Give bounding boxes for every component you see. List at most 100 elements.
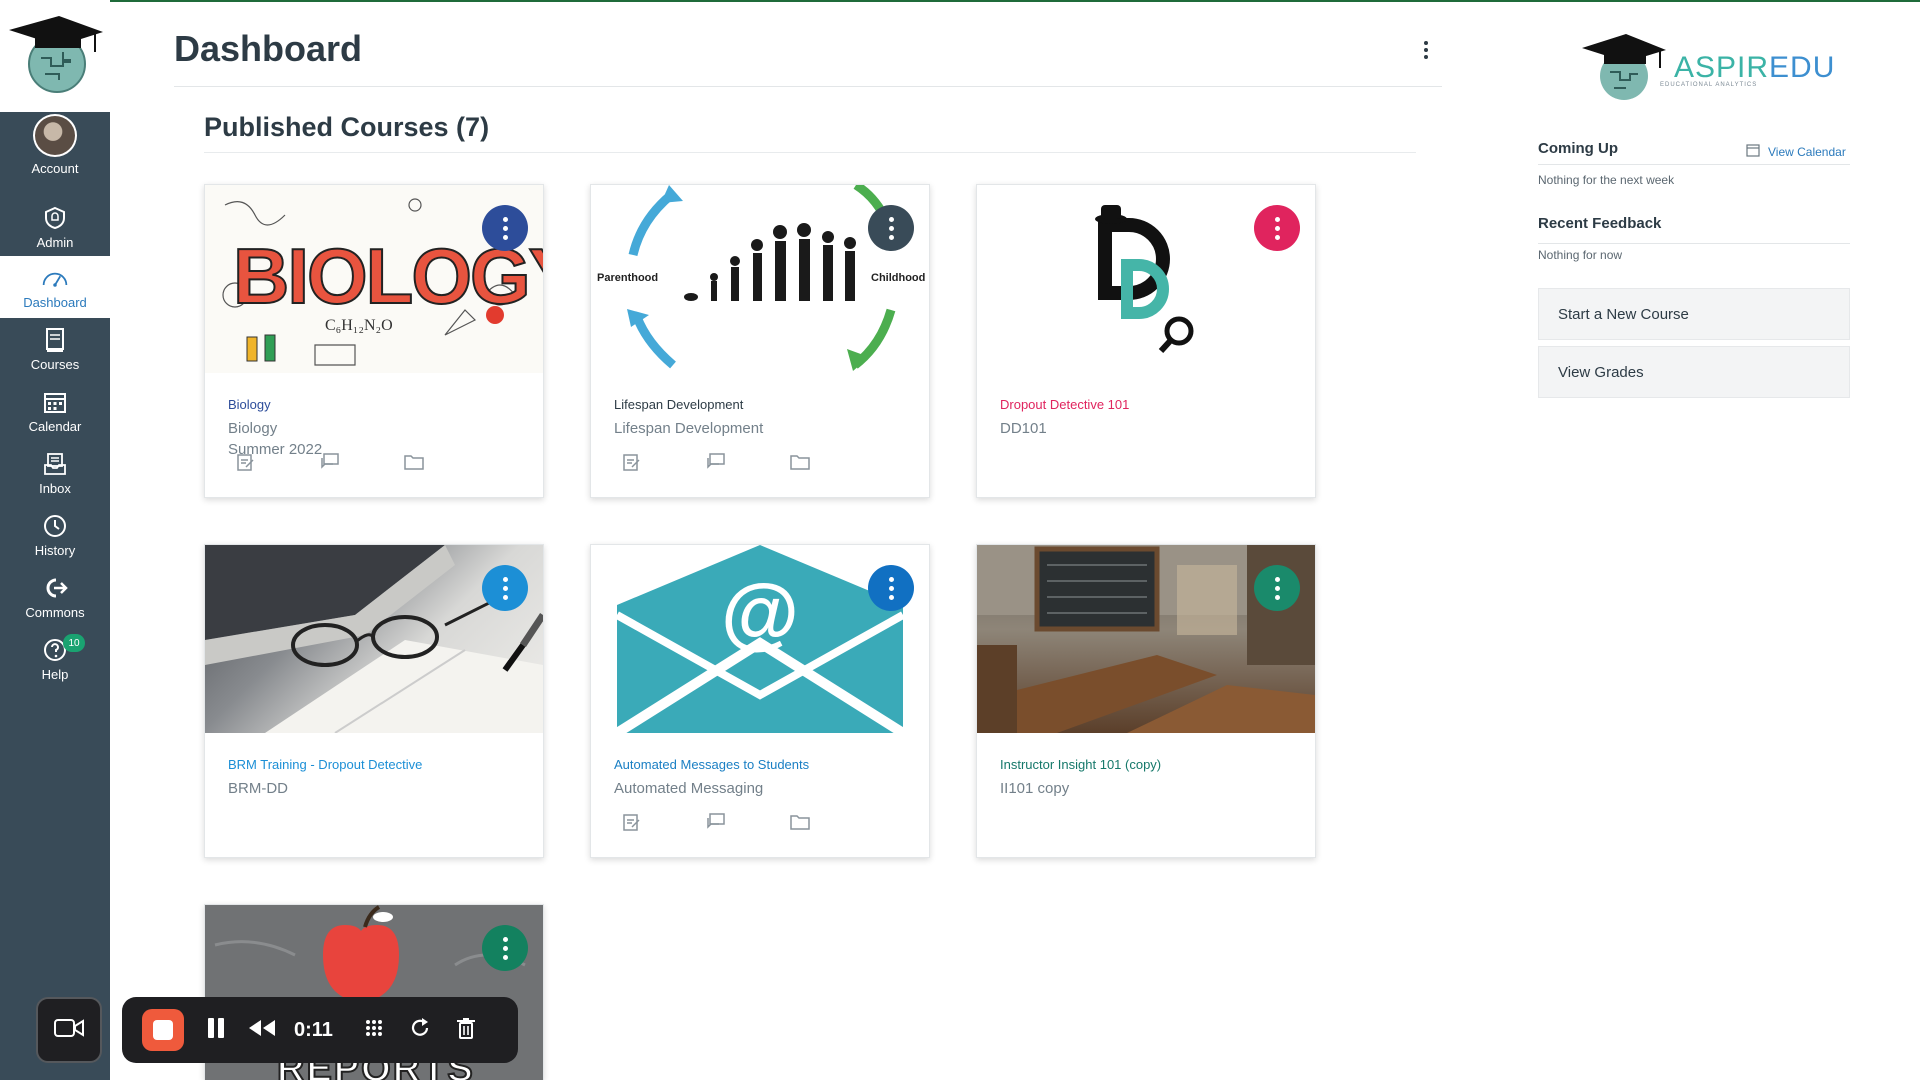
- assignments-icon[interactable]: [621, 811, 643, 833]
- nav-admin-label: Admin: [36, 235, 74, 250]
- nav-inbox[interactable]: Inbox: [0, 442, 110, 504]
- coming-up-heading: Coming Up: [1538, 140, 1618, 157]
- pause-button[interactable]: [202, 1016, 230, 1044]
- course-name-link[interactable]: Biology: [228, 397, 271, 412]
- aspiredu-logo: ASPIREDU: [1580, 32, 1835, 104]
- commons-icon: [41, 574, 69, 602]
- nav-commons-label: Commons: [25, 605, 85, 620]
- card-action-icons: [621, 451, 811, 473]
- course-code: Lifespan Development: [614, 420, 764, 437]
- video-camera-icon: [54, 1018, 84, 1043]
- course-card-lifespan-development[interactable]: Parenthood Childhood Lifespan Developmen…: [590, 184, 930, 498]
- help-notification-badge: 10: [63, 634, 85, 652]
- card-options-button[interactable]: [482, 925, 528, 971]
- course-card-instructor-insight[interactable]: Instructor Insight 101 (copy) II101 copy: [976, 544, 1316, 858]
- nav-commons[interactable]: Commons: [0, 566, 110, 628]
- nav-calendar[interactable]: Calendar: [0, 380, 110, 442]
- course-name-link[interactable]: Lifespan Development: [614, 397, 743, 412]
- start-new-course-button[interactable]: Start a New Course: [1538, 288, 1850, 340]
- course-name-link[interactable]: Instructor Insight 101 (copy): [1000, 757, 1161, 772]
- files-folder-icon[interactable]: [789, 451, 811, 473]
- brand-name-aspir: ASPIR: [1674, 51, 1770, 84]
- course-name-link[interactable]: Automated Messages to Students: [614, 757, 809, 772]
- shield-icon: [41, 204, 69, 232]
- nav-courses[interactable]: Courses: [0, 318, 110, 380]
- nav-dashboard[interactable]: Dashboard: [0, 256, 110, 318]
- view-grades-button[interactable]: View Grades: [1538, 346, 1850, 398]
- discussions-icon[interactable]: [705, 811, 727, 833]
- book-icon: [41, 326, 69, 354]
- assignments-icon[interactable]: [621, 451, 643, 473]
- nav-inbox-label: Inbox: [39, 481, 71, 496]
- course-card-biology[interactable]: BIOLOGY C₆H₁₂N₂O Biology Biology Summer …: [204, 184, 544, 498]
- restart-button[interactable]: [406, 1016, 434, 1044]
- course-code: Biology: [228, 420, 278, 437]
- card-options-button[interactable]: [1254, 205, 1300, 251]
- nav-account[interactable]: Account: [0, 114, 110, 176]
- nav-account-label: Account: [31, 161, 79, 176]
- course-code: Automated Messaging: [614, 780, 764, 797]
- discussions-icon[interactable]: [705, 451, 727, 473]
- section-title: Published Courses (7): [204, 112, 490, 142]
- card-options-button[interactable]: [868, 205, 914, 251]
- card-options-button[interactable]: [482, 205, 528, 251]
- global-navigation: Account Admin Dashboard Courses Calendar…: [0, 0, 110, 1080]
- nav-admin[interactable]: Admin: [0, 196, 110, 258]
- page-title: Dashboard: [174, 28, 363, 69]
- coming-up-divider: [1538, 164, 1850, 165]
- nav-calendar-label: Calendar: [28, 419, 82, 434]
- nav-help[interactable]: Help 10: [0, 628, 110, 690]
- drawing-tools-button[interactable]: [360, 1016, 388, 1044]
- course-name-link[interactable]: Dropout Detective 101: [1000, 397, 1129, 412]
- files-folder-icon[interactable]: [789, 811, 811, 833]
- card-options-button[interactable]: [1254, 565, 1300, 611]
- restart-icon: [409, 1017, 431, 1044]
- rewind-button[interactable]: [248, 1016, 276, 1044]
- course-card-automated-messages[interactable]: @ Automated Messages to Students Automat…: [590, 544, 930, 858]
- card-action-icons: [235, 451, 425, 473]
- files-folder-icon[interactable]: [403, 451, 425, 473]
- card-options-button[interactable]: [482, 565, 528, 611]
- nav-history[interactable]: History: [0, 504, 110, 566]
- grid-dots-icon: [362, 1016, 386, 1045]
- course-name-link[interactable]: BRM Training - Dropout Detective: [228, 757, 422, 772]
- trash-icon: [456, 1017, 476, 1044]
- dashboard-gauge-icon: [41, 264, 69, 292]
- recent-feedback-note: Nothing for now: [1538, 248, 1623, 262]
- recording-timer: 0:11: [294, 1018, 333, 1041]
- brand-subtitle: EDUCATIONAL ANALYTICS: [1660, 82, 1758, 88]
- course-card-brm-training[interactable]: BRM Training - Dropout Detective BRM-DD: [204, 544, 544, 858]
- institution-logo[interactable]: [0, 0, 110, 112]
- course-code: DD101: [1000, 420, 1047, 437]
- assignments-icon[interactable]: [235, 451, 257, 473]
- course-code: BRM-DD: [228, 780, 288, 797]
- header-divider: [174, 86, 1442, 87]
- top-accent-line: [0, 0, 1920, 2]
- recent-feedback-divider: [1538, 243, 1850, 244]
- calendar-icon: [1746, 143, 1760, 160]
- avatar: [33, 114, 77, 157]
- hero-label-left: Parenthood: [597, 272, 658, 284]
- view-calendar-link[interactable]: View Calendar: [1746, 143, 1846, 160]
- clock-icon: [41, 512, 69, 540]
- hero-label-right: Childhood: [871, 272, 925, 284]
- coming-up-note: Nothing for the next week: [1538, 173, 1675, 187]
- nav-help-label: Help: [41, 667, 69, 682]
- pause-icon: [206, 1017, 226, 1044]
- recorder-camera-toggle[interactable]: [36, 997, 102, 1063]
- section-divider: [204, 152, 1416, 153]
- nav-dashboard-label: Dashboard: [23, 295, 87, 310]
- delete-recording-button[interactable]: [452, 1016, 480, 1044]
- recent-feedback-heading: Recent Feedback: [1538, 215, 1662, 232]
- calendar-icon: [41, 388, 69, 416]
- discussions-icon[interactable]: [319, 451, 341, 473]
- card-action-icons: [621, 811, 811, 833]
- course-card-dropout-detective[interactable]: Dropout Detective 101 DD101: [976, 184, 1316, 498]
- view-calendar-label: View Calendar: [1768, 144, 1846, 159]
- card-options-button[interactable]: [868, 565, 914, 611]
- rewind-icon: [248, 1019, 276, 1042]
- stop-recording-button[interactable]: [142, 1009, 184, 1051]
- brand-name-edu: EDU: [1769, 51, 1836, 84]
- svg-text:@: @: [721, 568, 799, 657]
- dashboard-options-menu[interactable]: [1416, 36, 1436, 64]
